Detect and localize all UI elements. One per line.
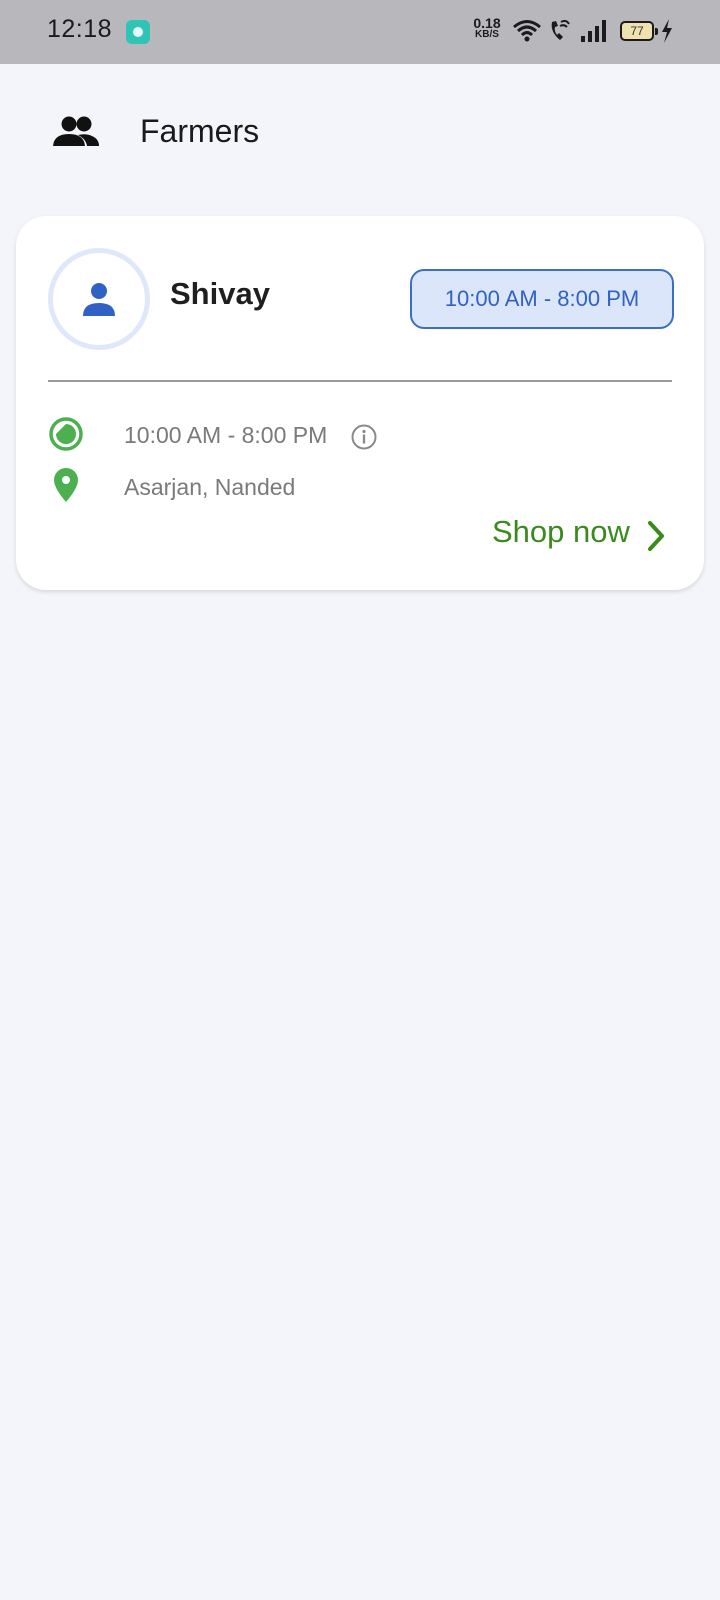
page-header: Farmers bbox=[0, 64, 720, 204]
person-icon bbox=[83, 283, 115, 316]
info-icon[interactable] bbox=[350, 423, 378, 451]
network-speed-unit: KB/S bbox=[475, 29, 499, 40]
hours-badge: 10:00 AM - 8:00 PM bbox=[410, 269, 674, 329]
charging-icon bbox=[662, 19, 672, 43]
people-icon bbox=[53, 116, 99, 146]
farmer-card[interactable]: Shivay 10:00 AM - 8:00 PM 10:00 AM - 8:0… bbox=[16, 216, 704, 590]
wifi-icon bbox=[513, 20, 541, 42]
location-text: Asarjan, Nanded bbox=[124, 474, 296, 500]
shop-now-label: Shop now bbox=[492, 514, 630, 549]
divider bbox=[48, 380, 672, 382]
network-speed: 0.18 KB/S bbox=[470, 15, 504, 41]
location-pin-icon bbox=[54, 468, 78, 502]
farmer-name: Shivay bbox=[170, 276, 270, 311]
page-title: Farmers bbox=[140, 113, 260, 149]
avatar bbox=[48, 248, 150, 350]
signal-icon bbox=[581, 20, 606, 42]
chevron-right-icon bbox=[648, 521, 664, 551]
clock-icon bbox=[49, 417, 83, 451]
status-time: 12:18 bbox=[47, 15, 113, 43]
app-notification-icon bbox=[126, 20, 150, 44]
hours-text: 10:00 AM - 8:00 PM bbox=[124, 422, 328, 448]
shop-now-button[interactable]: Shop now bbox=[476, 510, 676, 560]
wifi-calling-icon bbox=[551, 19, 570, 40]
battery-icon: 77 bbox=[620, 21, 658, 41]
status-bar: 12:18 0.18 KB/S 77 bbox=[0, 0, 720, 64]
network-speed-value: 0.18 bbox=[473, 15, 501, 31]
